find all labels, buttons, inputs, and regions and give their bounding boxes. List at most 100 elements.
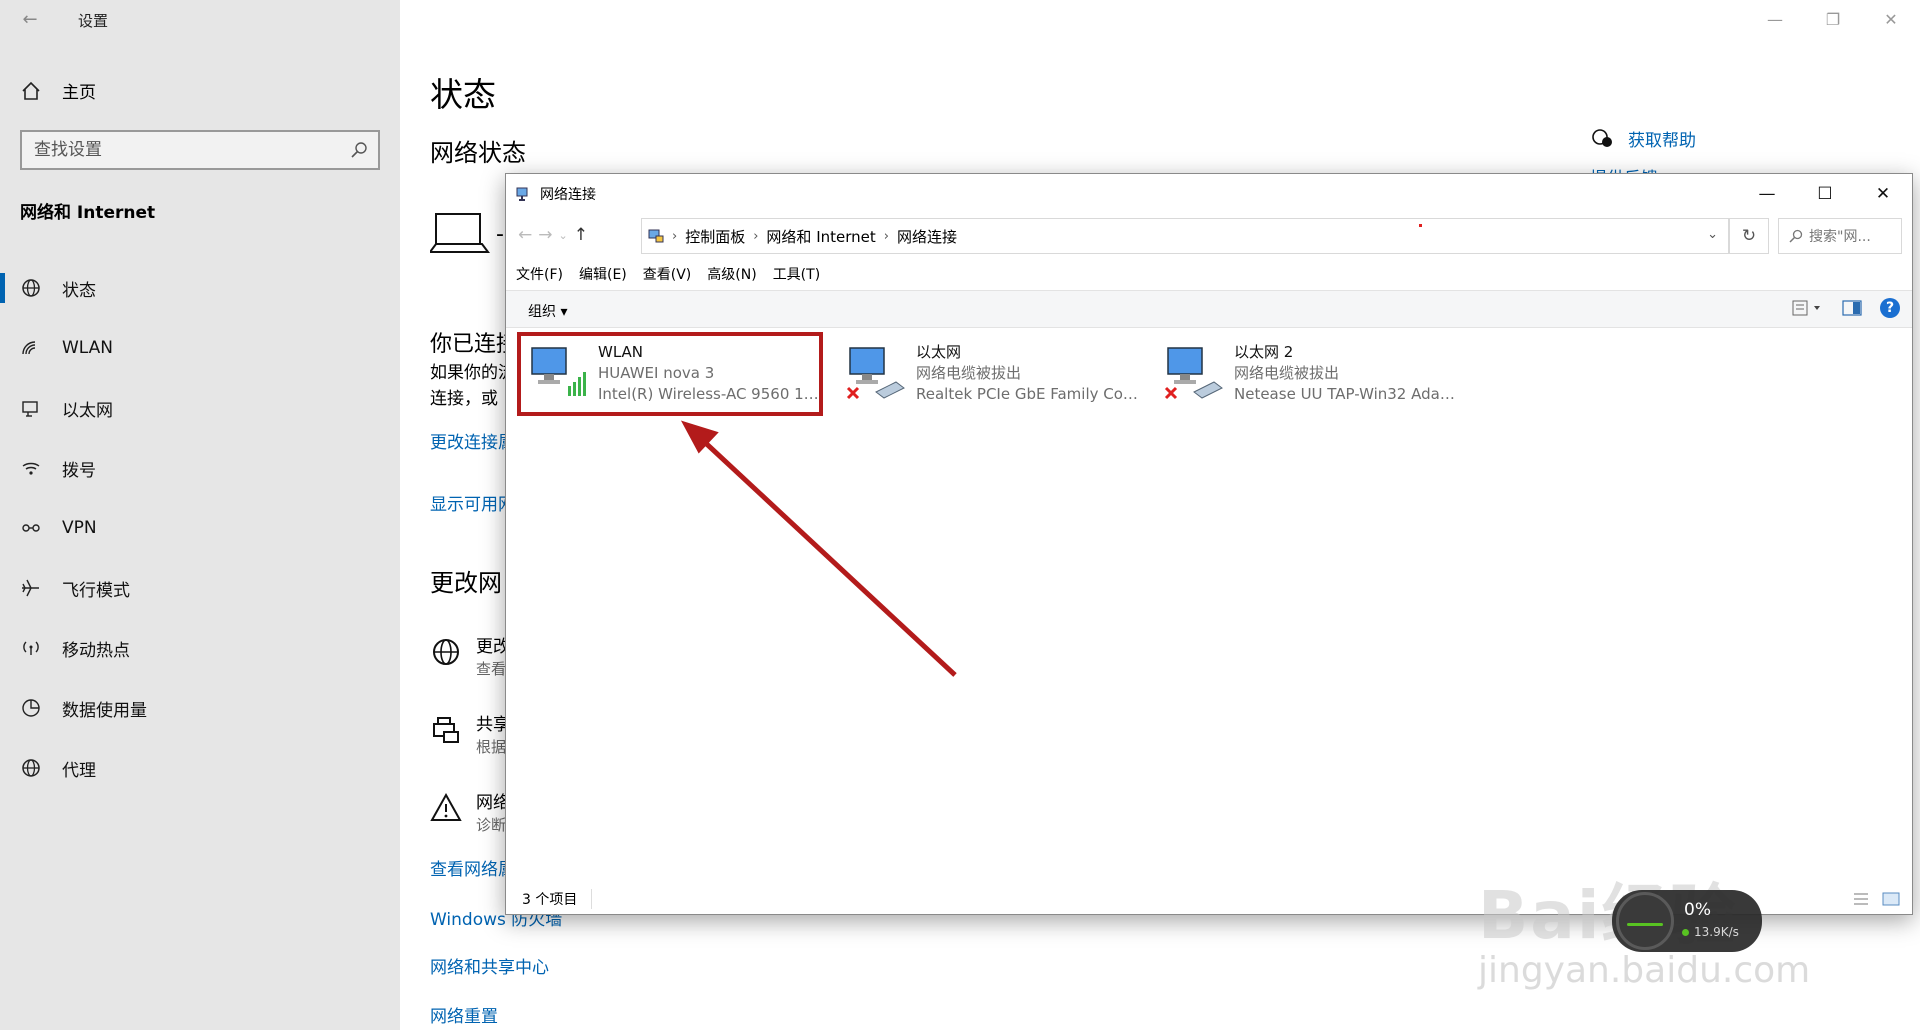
command-bar-right: ? [1792, 298, 1900, 318]
network-sharing-center-link[interactable]: 网络和共享中心 [430, 953, 549, 978]
page-title: 状态 [430, 75, 496, 114]
option-troubleshooter[interactable]: 网络 诊断 [430, 792, 510, 836]
connected-desc-line2: 连接，或 [430, 389, 498, 409]
view-network-properties-link[interactable]: 查看网络属 [430, 855, 515, 880]
connection-status: 网络电缆被拔出 [916, 364, 1022, 382]
connection-name: 以太网 [916, 343, 962, 361]
watermark-domain-text: jingyan.baidu.com [1478, 950, 1811, 991]
data-usage-icon [22, 699, 40, 717]
help-icon[interactable]: ? [1880, 298, 1900, 318]
breadcrumb-control-panel[interactable]: 控制面板 [685, 226, 745, 247]
settings-window-title: 设置 [78, 12, 109, 30]
menu-file[interactable]: 文件(F) [516, 264, 563, 284]
search-icon [1789, 229, 1803, 243]
speed-gauge-icon [1616, 892, 1674, 950]
menu-tools[interactable]: 工具(T) [773, 264, 820, 284]
breadcrumb-network-internet[interactable]: 网络和 Internet [766, 226, 875, 247]
sharing-printer-icon [433, 717, 459, 743]
menu-advanced[interactable]: 高级(N) [707, 264, 756, 284]
warning-triangle-icon [430, 792, 462, 821]
option-sharing[interactable]: 共享 根据 [430, 714, 510, 758]
help-chat-icon [1592, 128, 1612, 147]
connected-desc-line1: 如果你的流 [430, 363, 515, 383]
menu-view[interactable]: 查看(V) [643, 264, 692, 284]
minimize-button[interactable]: — [1746, 0, 1804, 40]
ethernet-adapter-unplugged-icon [1164, 347, 1223, 400]
nav-label: WLAN [62, 338, 114, 358]
settings-sidebar: ← 设置 主页 网络和 Internet 状态 WLAN 以太网 拨号 VPN [0, 0, 400, 1030]
speed-percent: 0% [1684, 900, 1711, 920]
close-button[interactable]: ✕ [1862, 0, 1920, 40]
ncw-title: 网络连接 [540, 187, 596, 203]
back-icon[interactable]: ← [518, 225, 532, 245]
wifi-icon [22, 341, 36, 355]
nav-item-dialup[interactable]: 拨号 [0, 438, 400, 498]
ncw-minimize-button[interactable]: — [1738, 174, 1796, 214]
nav-item-data-usage[interactable]: 数据使用量 [0, 678, 400, 738]
settings-search-box[interactable] [20, 130, 380, 170]
forward-icon[interactable]: → [538, 225, 552, 245]
nav-item-hotspot[interactable]: 移动热点 [0, 618, 400, 678]
ncw-maximize-button[interactable]: ☐ [1796, 174, 1854, 214]
network-connections-icon [516, 187, 528, 201]
nav-item-status[interactable]: 状态 [0, 258, 400, 318]
nav-label: 拨号 [62, 460, 96, 481]
tiles-view-icon[interactable] [1882, 891, 1900, 907]
preview-pane-icon[interactable] [1842, 299, 1862, 317]
download-indicator-icon [1682, 929, 1689, 936]
recent-dropdown-icon[interactable]: ⌄ [559, 229, 568, 242]
network-speed-widget[interactable]: 0% 13.9K/s [1612, 890, 1762, 952]
back-arrow-icon[interactable]: ← [18, 8, 42, 32]
address-row: ← → ⌄ ↑ › 控制面板 › 网络和 Internet › 网络连接 ⌄ ↻… [506, 214, 1912, 256]
status-bar-view-toggles [1852, 891, 1900, 907]
nav-label: 状态 [62, 280, 96, 301]
nav-item-ethernet[interactable]: 以太网 [0, 378, 400, 438]
breadcrumb-network-connections[interactable]: 网络连接 [897, 226, 957, 247]
nav-label: 移动热点 [62, 640, 130, 661]
organize-button[interactable]: 组织 ▾ [528, 301, 567, 321]
nav-label: 飞行模式 [62, 580, 130, 601]
address-bar[interactable]: › 控制面板 › 网络和 Internet › 网络连接 ⌄ [641, 218, 1729, 254]
search-icon[interactable] [350, 141, 368, 159]
nav-label: 以太网 [62, 400, 113, 421]
home-nav-item[interactable]: 主页 [20, 78, 96, 103]
ncw-search-box[interactable]: 搜索"网... [1778, 218, 1902, 254]
ncw-titlebar: 网络连接 [506, 174, 1912, 214]
nav-item-proxy[interactable]: 代理 [0, 738, 400, 798]
connection-name: 以太网 2 [1234, 343, 1294, 361]
item-count: 3 个项目 [522, 892, 578, 908]
home-label: 主页 [62, 83, 96, 103]
show-available-networks-link[interactable]: 显示可用网 [430, 490, 515, 515]
connection-item-ethernet[interactable]: 以太网 网络电缆被拔出 Realtek PCIe GbE Family Cont… [846, 342, 1166, 422]
restore-button[interactable]: ❐ [1804, 0, 1862, 40]
change-connection-properties-link[interactable]: 更改连接属 [430, 428, 515, 453]
nav-item-wlan[interactable]: WLAN [0, 318, 400, 378]
change-network-settings-heading: 更改网 [430, 569, 502, 597]
breadcrumb-chevron-icon: › [672, 228, 678, 244]
network-connections-window: 网络连接 — ☐ ✕ ← → ⌄ ↑ › 控制面板 › 网络和 Internet… [505, 173, 1913, 915]
option-change-adapter[interactable]: 更改 查看 [430, 636, 510, 680]
nav-item-vpn[interactable]: VPN [0, 498, 400, 558]
menu-edit[interactable]: 编辑(E) [579, 264, 627, 284]
nav-item-airplane[interactable]: 飞行模式 [0, 558, 400, 618]
network-status-heading: 网络状态 [430, 139, 526, 167]
vpn-icon [22, 524, 40, 532]
get-help-link[interactable]: 获取帮助 [1590, 126, 1696, 151]
refresh-button[interactable]: ↻ [1729, 218, 1769, 254]
connection-item-ethernet-2[interactable]: 以太网 2 网络电缆被拔出 Netease UU TAP-Win32 Adapt… [1164, 342, 1484, 422]
proxy-globe-icon [22, 759, 40, 777]
network-reset-link[interactable]: 网络重置 [430, 1002, 498, 1027]
view-options-icon[interactable] [1792, 299, 1824, 317]
home-icon [22, 81, 40, 100]
settings-search-input[interactable] [22, 132, 378, 168]
connection-adapter: Netease UU TAP-Win32 Adapt... [1234, 385, 1464, 403]
ncw-close-button[interactable]: ✕ [1854, 174, 1912, 214]
address-dropdown-icon[interactable]: ⌄ [1707, 227, 1718, 242]
red-dot-artifact [1419, 224, 1422, 227]
annotation-highlight-box [517, 332, 823, 416]
ethernet-icon [22, 401, 38, 417]
details-view-icon[interactable] [1852, 891, 1870, 907]
breadcrumb-chevron-icon: › [753, 228, 759, 244]
up-icon[interactable]: ↑ [574, 225, 588, 245]
nav-arrows: ← → ⌄ ↑ [506, 225, 641, 245]
